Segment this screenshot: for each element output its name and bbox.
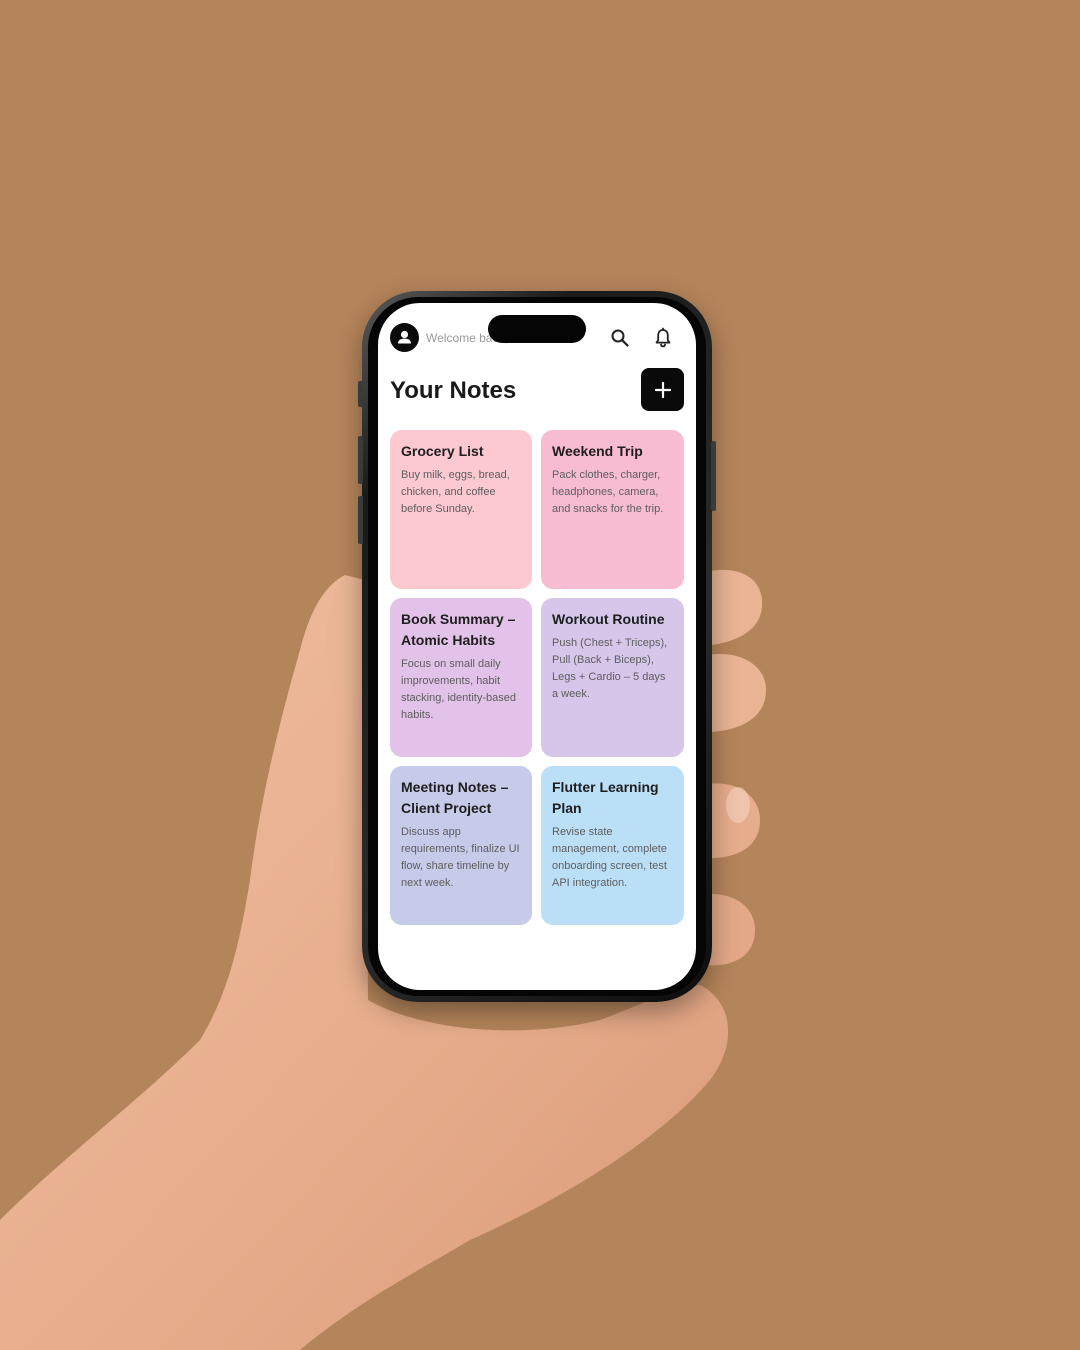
- note-card[interactable]: Grocery List Buy milk, eggs, bread, chic…: [390, 430, 532, 589]
- note-body: Focus on small daily improvements, habit…: [401, 658, 516, 721]
- note-title: Book Summary – Atomic Habits: [401, 611, 516, 648]
- page-title: Your Notes: [390, 377, 517, 404]
- note-body: Buy milk, eggs, bread, chicken, and coff…: [401, 469, 510, 515]
- volume-down-button: [358, 496, 363, 544]
- person-icon: [398, 330, 411, 344]
- profile-avatar[interactable]: [390, 323, 419, 352]
- dynamic-island: [488, 315, 586, 343]
- phone-device: Welcome back, Rahul Your Notes Grocery L…: [358, 291, 716, 1002]
- notes-grid: Grocery List Buy milk, eggs, bread, chic…: [390, 430, 684, 925]
- note-title: Flutter Learning Plan: [552, 779, 659, 816]
- note-card[interactable]: Book Summary – Atomic Habits Focus on sm…: [390, 598, 532, 757]
- power-button: [711, 441, 716, 511]
- app-screen: Welcome back, Rahul Your Notes Grocery L…: [378, 303, 696, 990]
- note-body: Pack clothes, charger, headphones, camer…: [552, 469, 664, 515]
- note-card[interactable]: Workout Routine Push (Chest + Triceps), …: [541, 598, 684, 757]
- note-title: Workout Routine: [552, 611, 665, 627]
- note-card[interactable]: Flutter Learning Plan Revise state manag…: [541, 766, 684, 925]
- note-body: Push (Chest + Triceps), Pull (Back + Bic…: [552, 637, 668, 700]
- volume-up-button: [358, 436, 363, 484]
- note-title: Grocery List: [401, 443, 484, 459]
- search-icon: [611, 329, 629, 347]
- note-card[interactable]: Weekend Trip Pack clothes, charger, head…: [541, 430, 684, 589]
- add-note-button[interactable]: [641, 368, 684, 411]
- notifications-button[interactable]: [651, 326, 675, 350]
- note-card[interactable]: Meeting Notes – Client Project Discuss a…: [390, 766, 532, 925]
- note-body: Revise state management, complete onboar…: [552, 826, 667, 889]
- silent-switch: [358, 381, 363, 407]
- search-button[interactable]: [608, 326, 632, 350]
- note-title: Meeting Notes – Client Project: [401, 779, 509, 816]
- note-title: Weekend Trip: [552, 443, 643, 459]
- plus-icon: [654, 381, 671, 398]
- bell-icon: [655, 327, 671, 348]
- note-body: Discuss app requirements, finalize UI fl…: [401, 826, 520, 889]
